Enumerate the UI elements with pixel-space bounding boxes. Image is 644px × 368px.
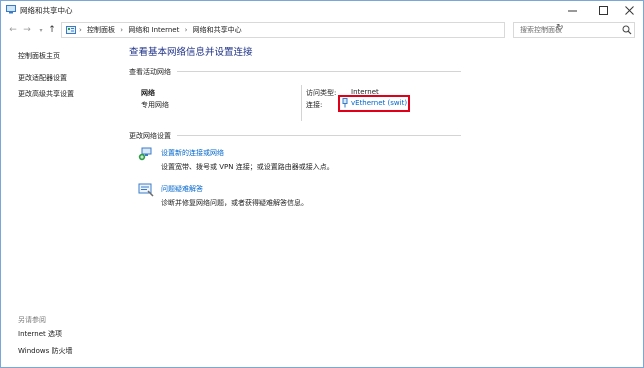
- network-name: 网络: [141, 89, 155, 97]
- ethernet-icon: [342, 98, 348, 108]
- sidebar: 控制面板主页 更改适配器设置 更改高级共享设置 另请参阅 Internet 选项…: [1, 41, 119, 367]
- active-networks-header: 查看活动网络: [129, 68, 171, 76]
- connection-link[interactable]: vEthernet (swit): [351, 99, 407, 107]
- breadcrumb-network-sharing-center[interactable]: 网络和共享中心: [193, 26, 242, 34]
- window-title: 网络和共享中心: [20, 6, 73, 15]
- section-divider: [177, 135, 461, 136]
- troubleshoot-problems-link[interactable]: 问题疑难解答: [161, 184, 203, 194]
- minimize-icon: [567, 10, 577, 11]
- setup-new-connection-desc: 设置宽带、拨号或 VPN 连接；或设置路由器或接入点。: [161, 163, 334, 171]
- sidebar-item-windows-firewall[interactable]: Windows 防火墙: [18, 346, 72, 356]
- sidebar-item-change-adapter-settings[interactable]: 更改适配器设置: [18, 73, 67, 83]
- address-bar[interactable]: › 控制面板 › 网络和 Internet › 网络和共享中心 ⌄ ↻: [61, 22, 564, 38]
- maximize-button[interactable]: [589, 1, 617, 19]
- breadcrumb-network-internet[interactable]: 网络和 Internet: [128, 26, 179, 34]
- search-icon: [622, 25, 632, 35]
- access-type-label: 访问类型:: [306, 89, 337, 97]
- connections-label: 连接:: [306, 101, 323, 109]
- chevron-down-icon: ▾: [39, 26, 43, 34]
- search-input[interactable]: [520, 24, 620, 36]
- see-also-header: 另请参阅: [18, 316, 46, 324]
- navigation-bar: ← → ▾ ↑ › 控制面板 › 网络和 Internet › 网络和共享中心 …: [1, 19, 643, 41]
- section-divider: [177, 71, 461, 72]
- title-bar: 网络和共享中心: [1, 1, 643, 19]
- forward-arrow-icon: →: [23, 25, 31, 35]
- up-arrow-icon: ↑: [48, 25, 56, 35]
- troubleshoot-icon: [138, 183, 154, 197]
- breadcrumb-separator: ›: [184, 26, 188, 34]
- main-content: 查看基本网络信息并设置连接 查看活动网络 网络 专用网络 访问类型: Inter…: [119, 41, 643, 367]
- new-connection-icon: [138, 147, 152, 161]
- forward-button[interactable]: →: [21, 23, 33, 37]
- back-button[interactable]: ←: [7, 23, 19, 37]
- troubleshoot-problems-desc: 诊断并修复网络问题，或者获得疑难解答信息。: [161, 199, 308, 207]
- setup-new-connection-link[interactable]: 设置新的连接或网络: [161, 148, 224, 158]
- close-button[interactable]: [615, 1, 643, 19]
- sidebar-item-control-panel-home[interactable]: 控制面板主页: [18, 51, 60, 61]
- breadcrumb: › 控制面板 › 网络和 Internet › 网络和共享中心: [79, 25, 245, 35]
- network-divider: [301, 85, 302, 121]
- page-title: 查看基本网络信息并设置连接: [129, 47, 253, 58]
- maximize-icon: [598, 5, 608, 15]
- control-panel-icon: [66, 26, 76, 34]
- breadcrumb-control-panel[interactable]: 控制面板: [87, 26, 115, 34]
- breadcrumb-separator: ›: [120, 26, 124, 34]
- close-icon: [624, 5, 634, 15]
- network-sharing-center-window: 网络和共享中心 ← → ▾ ↑ › 控制面板 › 网络和 Internet › …: [0, 0, 644, 368]
- sidebar-item-change-advanced-sharing[interactable]: 更改高级共享设置: [18, 89, 74, 99]
- up-button[interactable]: ↑: [46, 23, 58, 37]
- breadcrumb-separator: ›: [79, 26, 82, 34]
- network-type-link[interactable]: 专用网络: [141, 100, 169, 110]
- change-settings-header: 更改网络设置: [129, 132, 171, 140]
- search-box[interactable]: [513, 22, 635, 38]
- minimize-button[interactable]: [558, 1, 586, 19]
- sidebar-item-internet-options[interactable]: Internet 选项: [18, 329, 62, 339]
- back-arrow-icon: ←: [9, 25, 17, 35]
- network-center-icon: [6, 5, 16, 14]
